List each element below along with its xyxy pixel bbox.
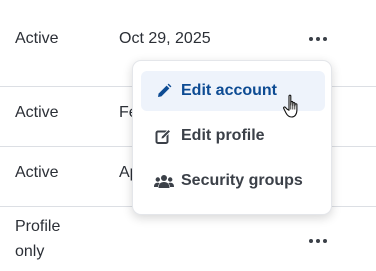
date-cell: Oct 29, 2025 [119,30,211,47]
menu-item-security-groups[interactable]: Security groups [141,161,325,201]
row-actions-button[interactable] [307,233,329,249]
status-cell: Profile only [15,218,61,260]
menu-item-label: Edit profile [181,127,265,144]
users-group-icon [153,174,175,189]
hand-pointer-icon [283,94,303,125]
row-actions-menu: Edit account Edit profile Security group… [132,60,332,215]
menu-item-label: Edit account [181,82,278,99]
ellipsis-horizontal-icon [309,37,327,41]
status-cell: Active [15,164,59,181]
status-cell: Active [15,104,59,121]
ellipsis-horizontal-icon [309,239,327,243]
row-actions-button[interactable] [307,31,329,47]
pencil-icon [153,83,175,99]
status-cell: Active [15,30,59,47]
menu-item-label: Security groups [181,172,303,189]
table-row: Profile only [0,207,376,271]
edit-square-icon [153,128,175,145]
accounts-table: Active Oct 29, 2025 Active Fe Active Ap … [0,0,376,271]
